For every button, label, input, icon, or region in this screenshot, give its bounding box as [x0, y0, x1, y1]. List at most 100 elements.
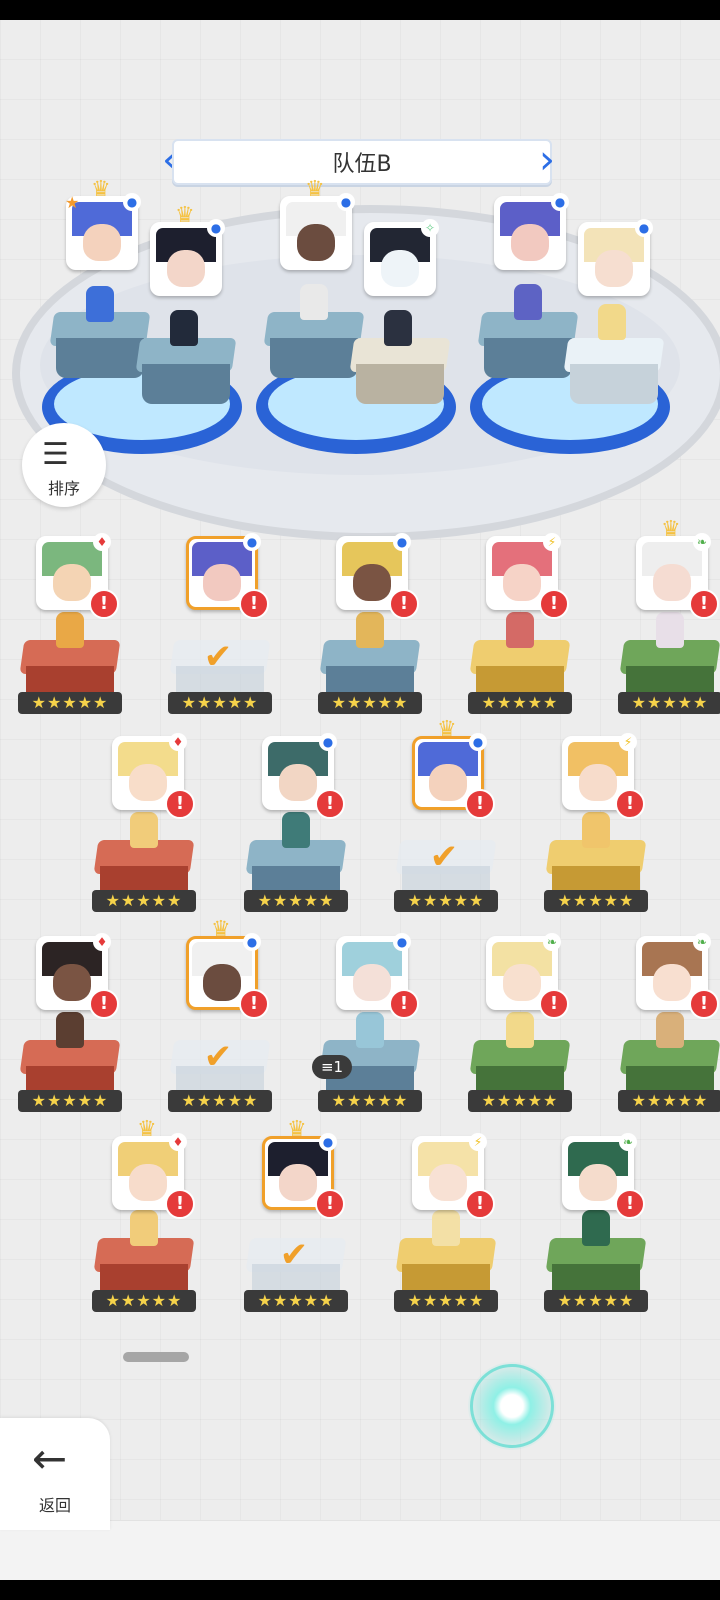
star-rating: ★★★★★	[394, 890, 498, 912]
roster-hero-portrait[interactable]: ♛ ● !	[262, 1117, 345, 1219]
roster-hero-portrait[interactable]: ♦ !	[36, 533, 119, 619]
star-rating: ★★★★★	[318, 692, 422, 714]
star-rating: ★★★★★	[318, 1090, 422, 1112]
element-icon: ●	[551, 193, 569, 211]
roster-hero-portrait[interactable]: ♛ ● !	[186, 917, 269, 1019]
element-icon: ●	[207, 219, 225, 237]
star-rating: ★★★★★	[18, 692, 122, 714]
crown-icon: ♛	[661, 517, 681, 542]
alert-icon: !	[539, 989, 569, 1019]
team-hero-portrait[interactable]: ♛ ●	[150, 203, 225, 296]
roster-hero-portrait[interactable]: ⚡ !	[486, 533, 569, 619]
crown-icon: ♛	[91, 177, 111, 202]
roster-hero-portrait[interactable]: ● !	[262, 733, 345, 819]
navigation-bar	[0, 1580, 720, 1600]
hero-sprite	[130, 1210, 158, 1246]
team-hero-portrait[interactable]: ✧	[364, 219, 439, 296]
arrow-left-icon: ←	[32, 1434, 68, 1483]
checkmark-icon: ✔	[279, 1235, 309, 1275]
alert-icon: !	[615, 1189, 645, 1219]
roster-hero-portrait[interactable]: ♦ !	[112, 733, 195, 819]
hero-sprite	[656, 1012, 684, 1048]
star-rating: ★★★★★	[618, 692, 720, 714]
star-rating: ★★★★★	[168, 1090, 272, 1112]
hero-sprite	[582, 812, 610, 848]
team-hero-portrait[interactable]: ♛ ●	[280, 177, 355, 270]
alert-icon: !	[89, 589, 119, 619]
element-icon: ●	[393, 533, 411, 551]
roster-hero-portrait[interactable]: ❧ !	[562, 1133, 645, 1219]
roster-hero-portrait[interactable]: ♛ ❧ !	[636, 517, 719, 619]
team-pedestal[interactable]	[49, 312, 151, 384]
roster-hero-portrait[interactable]: ⚡ !	[412, 1133, 495, 1219]
sort-label: 排序	[47, 479, 80, 498]
element-icon: ●	[393, 933, 411, 951]
alert-icon: !	[389, 589, 419, 619]
element-icon: ●	[469, 733, 487, 751]
team-hero-portrait[interactable]: ●	[494, 193, 569, 270]
roster-hero-portrait[interactable]: ● !	[336, 533, 419, 619]
alert-icon: !	[615, 789, 645, 819]
count-badge-value: 1	[333, 1058, 344, 1076]
element-icon: ❧	[693, 533, 711, 551]
checkmark-icon: ✔	[203, 1037, 233, 1077]
element-icon: ♦	[169, 1133, 187, 1151]
star-rating: ★★★★★	[18, 1090, 122, 1112]
star-rating: ★★★★★	[92, 890, 196, 912]
crown-icon: ♛	[211, 917, 231, 942]
roster-hero-portrait[interactable]: ♛ ● !	[412, 717, 495, 819]
star-rating: ★★★★★	[544, 1290, 648, 1312]
star-rating: ★★★★★	[92, 1290, 196, 1312]
hero-sprite	[506, 1012, 534, 1048]
hero-sprite	[130, 812, 158, 848]
checkmark-icon: ✔	[203, 637, 233, 677]
element-icon: ❧	[619, 1133, 637, 1151]
hero-sprite	[170, 310, 198, 346]
roster-hero-portrait[interactable]: ♦ !	[36, 933, 119, 1019]
hero-sprite	[582, 1210, 610, 1246]
alert-icon: !	[165, 789, 195, 819]
alert-icon: !	[239, 989, 269, 1019]
roster-hero-portrait[interactable]: ❧ !	[486, 933, 569, 1019]
alert-icon: !	[315, 789, 345, 819]
star-rating: ★★★★★	[544, 890, 648, 912]
alert-icon: !	[165, 1189, 195, 1219]
hero-sprite	[506, 612, 534, 648]
roster-hero-portrait[interactable]: ⚡ !	[562, 733, 645, 819]
element-icon: ●	[635, 219, 653, 237]
crown-icon: ♛	[287, 1117, 307, 1142]
team-pedestal[interactable]	[563, 338, 665, 410]
back-button[interactable]: ← 返回	[0, 1418, 110, 1530]
chevron-right-icon[interactable]: ›	[535, 136, 559, 184]
element-icon: ●	[243, 533, 261, 551]
element-icon: ❧	[693, 933, 711, 951]
team-pedestal[interactable]	[349, 338, 451, 410]
hero-sprite	[514, 284, 542, 320]
hero-sprite	[56, 612, 84, 648]
alert-icon: !	[689, 589, 719, 619]
team-hero-portrait[interactable]: ♛ ★ ●	[65, 177, 141, 270]
crown-icon: ♛	[305, 177, 325, 202]
star-rating: ★★★★★	[468, 692, 572, 714]
roster-hero-portrait[interactable]: ● !	[186, 533, 269, 619]
star-rating: ★★★★★	[244, 1290, 348, 1312]
roster-hero-portrait[interactable]: ❧ !	[636, 933, 719, 1019]
team-title: 队伍B	[332, 152, 392, 177]
roster-hero-portrait[interactable]: ♛ ♦ !	[112, 1117, 195, 1219]
back-label: 返回	[38, 1496, 71, 1515]
crown-icon: ♛	[137, 1117, 157, 1142]
team-pedestal[interactable]	[477, 312, 579, 384]
team-pedestal[interactable]	[263, 312, 365, 384]
scroll-handle[interactable]	[123, 1352, 189, 1362]
checkmark-icon: ✔	[429, 837, 459, 877]
team-pedestal[interactable]	[135, 338, 237, 410]
count-badge: ≡1	[312, 1055, 352, 1079]
alert-icon: !	[315, 1189, 345, 1219]
roster-hero-portrait[interactable]: ● !	[336, 933, 419, 1019]
element-icon: ♦	[169, 733, 187, 751]
team-hero-portrait[interactable]: ●	[578, 219, 653, 296]
sort-button[interactable]: ☰ 排序	[22, 423, 106, 507]
element-icon: ♦	[93, 533, 111, 551]
element-icon: ⚡	[469, 1133, 487, 1151]
star-rating: ★★★★★	[244, 890, 348, 912]
